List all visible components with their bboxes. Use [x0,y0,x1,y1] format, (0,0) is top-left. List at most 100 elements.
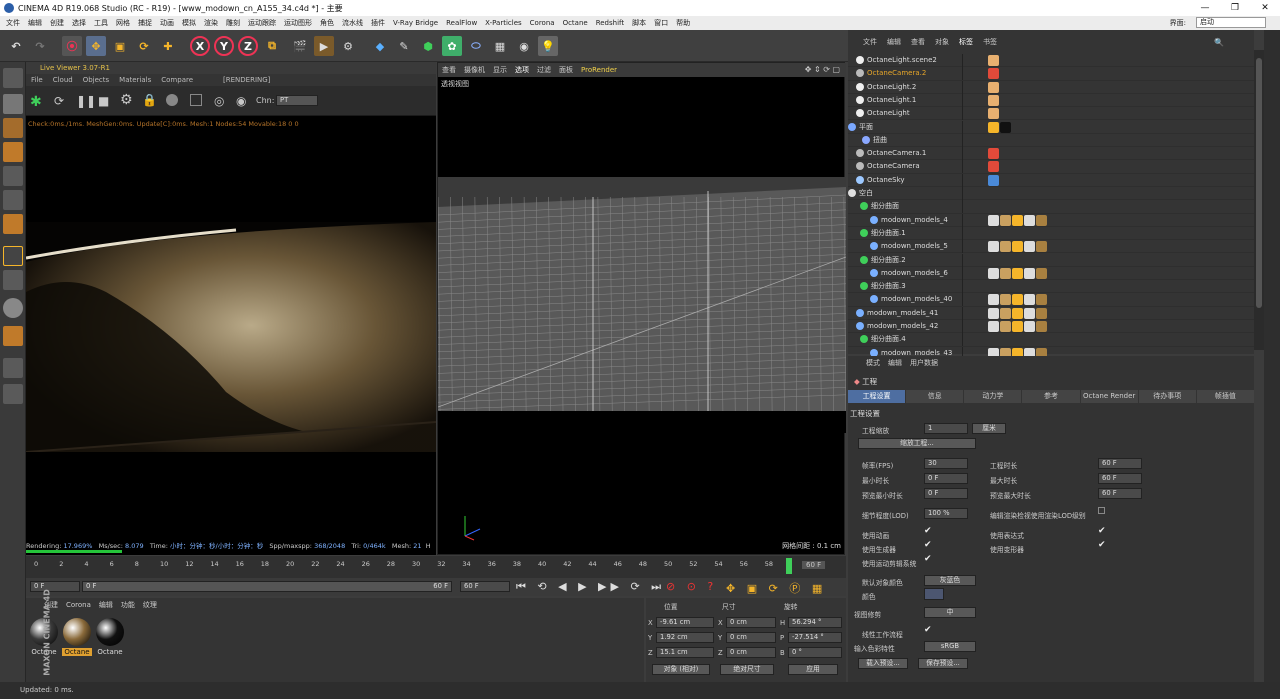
pos-z-field[interactable]: 15.1 cm [656,647,714,658]
visibility-toggles[interactable] [962,67,990,81]
material-ball[interactable] [63,618,91,646]
material-menu-item[interactable]: 编辑 [95,598,117,612]
attr-tab[interactable]: 待办事项 [1138,390,1196,403]
linear-workflow-checkbox[interactable]: ✔ [924,625,932,635]
region-icon[interactable] [190,94,202,106]
visibility-toggles[interactable] [962,187,990,200]
light-icon[interactable]: 💡 [538,36,558,56]
size-z-field[interactable]: 0 cm [726,647,776,658]
visibility-toggles[interactable] [962,173,990,187]
axis-icon[interactable] [3,246,23,266]
viewport-nav-icons[interactable]: ✥ ⇕ ⟳ ▢ [805,65,840,74]
render-lod-checkbox[interactable] [1098,507,1105,514]
om-menu-item[interactable]: 标签 [954,30,978,54]
grid-lock-icon[interactable] [3,358,23,378]
object-row[interactable]: 细分曲面.3 [848,280,1254,294]
object-row[interactable]: modown_models_40 [848,293,1254,307]
menu-item[interactable]: 流水线 [338,18,367,28]
viewport-menu-item[interactable]: 选项 [511,63,533,77]
tag-icon[interactable] [1036,267,1047,279]
object-row[interactable]: OctaneSky [848,173,1254,187]
subdivision-icon[interactable]: ⬢ [418,36,438,56]
tag-icon[interactable] [1000,214,1011,226]
menu-item[interactable]: 网格 [112,18,134,28]
visibility-toggles[interactable] [962,54,990,67]
material-menu-item[interactable]: Corona [62,598,95,612]
duration-field[interactable]: 60 F [1098,458,1142,469]
use-deformer-checkbox[interactable]: ✔ [1098,540,1106,550]
tag-icon[interactable] [1000,121,1011,133]
om-menu-item[interactable]: 查看 [906,30,930,54]
pos-x-field[interactable]: -9.61 cm [656,617,714,628]
material-name[interactable]: Octane [95,648,125,656]
object-row[interactable]: OctaneCamera [848,160,1254,174]
material-menu-item[interactable]: 功能 [117,598,139,612]
material-menu-item[interactable]: 纹理 [139,598,161,612]
viewport-menu-item[interactable]: 过滤 [533,63,555,77]
menu-item[interactable]: 选择 [68,18,90,28]
edges-mode-icon[interactable] [3,190,23,210]
tag-icon[interactable] [1036,321,1047,332]
save-preset-button[interactable]: 保存预设... [918,658,968,669]
apply-button[interactable]: 应用 [788,664,838,675]
tag-icon[interactable] [988,214,999,226]
use-generator-checkbox[interactable]: ✔ [924,540,932,550]
tag-icon[interactable] [1024,267,1035,279]
tag-icon[interactable] [1012,321,1023,332]
tag-icon[interactable] [1012,294,1023,306]
object-row[interactable]: OctaneCamera.2 [848,67,1254,81]
attr-tab[interactable]: 信息 [906,390,964,403]
lv-menu-item[interactable]: Materials [114,74,156,86]
scale-project-button[interactable]: 缩放工程... [858,438,976,449]
workplane-icon[interactable] [3,142,23,162]
move-tool-icon[interactable]: ✥ [86,36,106,56]
redo-icon[interactable]: ↷ [30,36,50,56]
lv-menu-item[interactable]: Compare [156,74,198,86]
key-icons[interactable]: ✥ ▣ ⟳ Ⓟ ▦ [726,580,826,596]
tag-icon[interactable] [1012,307,1023,319]
tweak-icon[interactable] [3,270,23,290]
menu-item[interactable]: X-Particles [481,19,525,27]
tag-icon[interactable] [1000,267,1011,279]
fps-field[interactable]: 30 [924,458,968,469]
min-time-field[interactable]: 0 F [924,473,968,484]
menu-item[interactable]: 渲染 [200,18,222,28]
visibility-toggles[interactable] [962,240,990,254]
object-row[interactable]: 扭曲 [848,133,1254,148]
visibility-toggles[interactable] [962,147,990,161]
texture-mode-icon[interactable] [3,118,23,138]
scale-tool-icon[interactable]: ▣ [110,36,130,56]
menu-item[interactable]: Redshift [592,19,628,27]
scale-field[interactable]: 1 [924,423,968,434]
menu-item[interactable]: Corona [526,19,559,27]
max-time-field[interactable]: 60 F [1098,473,1142,484]
magnet-icon[interactable] [3,326,23,346]
camera-icon[interactable]: ◉ [514,36,534,56]
object-row[interactable]: modown_models_6 [848,266,1254,281]
pos-y-field[interactable]: 1.92 cm [656,632,714,643]
viewport-menu-item[interactable]: ProRender [577,63,621,77]
select-tool-icon[interactable]: ⦿ [62,36,82,56]
tag-icon[interactable] [1036,241,1047,253]
object-row[interactable]: 细分曲面 [848,200,1254,214]
undo-icon[interactable]: ↶ [6,36,26,56]
timeline-ruler[interactable]: 60 F 0 2 4 6 8 10 12 14 16 18 20 22 24 26 28 30 32 34 36 38… [26,556,846,578]
preview-max-field[interactable]: 60 F [1098,488,1142,499]
lv-menu-item[interactable]: Objects [78,74,114,86]
attr-tab[interactable]: Octane Render [1080,390,1138,403]
visibility-toggles[interactable] [962,226,990,240]
lod-field[interactable]: 100 % [924,508,968,519]
model-mode-icon[interactable] [3,94,23,114]
visibility-toggles[interactable] [962,213,990,227]
menu-item[interactable]: Octane [559,19,592,27]
tag-icon[interactable] [1000,321,1011,332]
object-row[interactable]: 细分曲面.1 [848,226,1254,241]
close-button[interactable]: ✕ [1250,0,1280,16]
object-row[interactable]: modown_models_5 [848,240,1254,254]
tag-icon[interactable] [1000,294,1011,306]
lv-menu-item[interactable]: Cloud [48,74,78,86]
menu-item[interactable]: 运动跟踪 [244,18,280,28]
lock-icon[interactable]: 🔒 [142,93,157,107]
perspective-viewport[interactable]: 查看 摄像机 显示 选项 过滤 面板 ProRender 透视视图 ✥ ⇕ ⟳ ▢ 网格间距… [437,62,846,555]
material-ball[interactable] [96,618,124,646]
